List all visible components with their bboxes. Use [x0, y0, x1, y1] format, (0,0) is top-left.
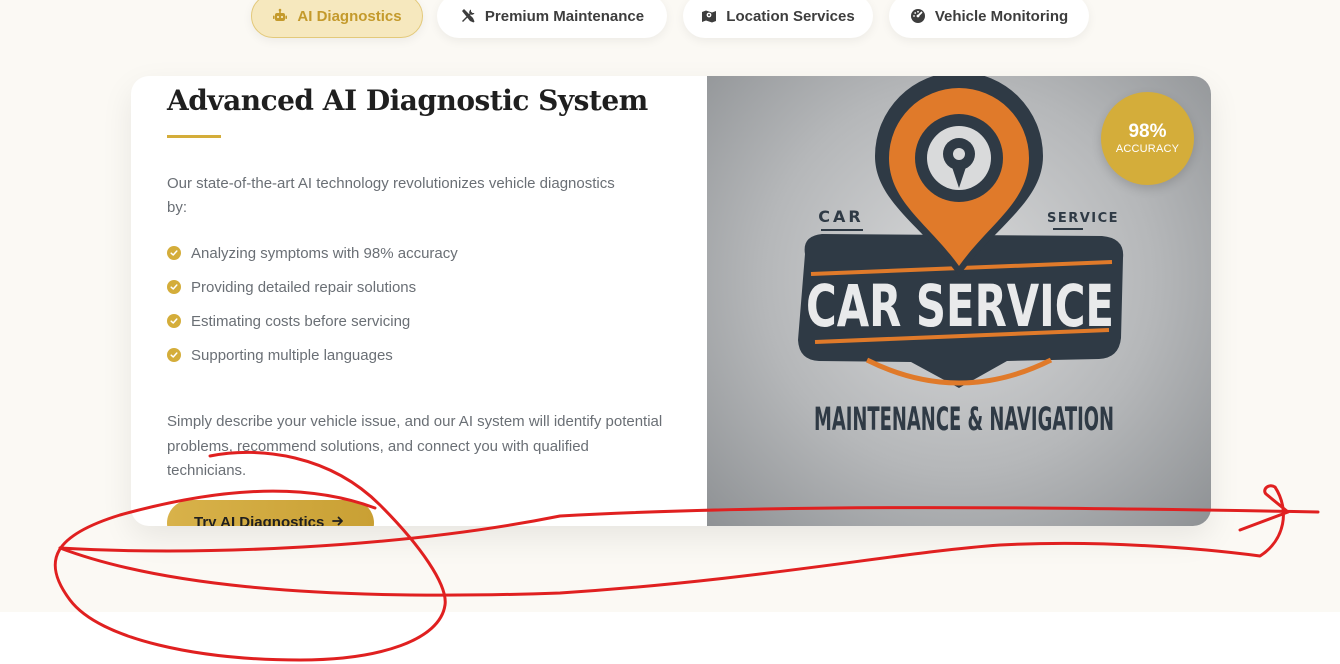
gauge-icon — [910, 8, 926, 24]
feature-text: Providing detailed repair solutions — [191, 278, 417, 296]
feature-list: Analyzing symptoms with 98% accuracy Pro… — [167, 236, 458, 372]
accuracy-badge: 98% ACCURACY — [1101, 92, 1194, 185]
tools-icon — [460, 8, 476, 24]
feature-card: Advanced AI Diagnostic System Our state-… — [131, 76, 1211, 526]
tab-label: Vehicle Monitoring — [934, 7, 1069, 25]
arrow-right-icon — [332, 514, 344, 526]
feature-text: Supporting multiple languages — [191, 346, 393, 364]
check-circle-icon — [167, 314, 181, 328]
tab-label: Location Services — [726, 7, 855, 25]
feature-content: Advanced AI Diagnostic System Our state-… — [167, 76, 667, 526]
check-circle-icon — [167, 280, 181, 294]
feature-description: Simply describe your vehicle issue, and … — [167, 413, 663, 479]
tab-label: Premium Maintenance — [484, 7, 645, 25]
list-item: Providing detailed repair solutions — [167, 270, 458, 304]
cta-label: Try AI Diagnostics — [194, 514, 325, 526]
service-tabs: AI Diagnostics Premium Maintenance Locat… — [0, 0, 1340, 40]
feature-title: Advanced AI Diagnostic System — [167, 84, 648, 117]
logo-main: CAR SERVICE — [806, 272, 1114, 340]
check-circle-icon — [167, 348, 181, 362]
feature-text: Analyzing symptoms with 98% accuracy — [191, 244, 458, 262]
list-item: Estimating costs before servicing — [167, 304, 458, 338]
title-underline — [167, 135, 221, 138]
list-item: Supporting multiple languages — [167, 338, 458, 372]
feature-intro: Our state-of-the-art AI technology revol… — [167, 175, 615, 216]
robot-icon — [272, 8, 288, 24]
logo-sub: MAINTENANCE & NAVIGATION — [814, 400, 1114, 438]
logo-small-left: CAR — [818, 207, 863, 226]
check-circle-icon — [167, 246, 181, 260]
tab-location-services[interactable]: Location Services — [683, 0, 873, 38]
tab-ai-diagnostics[interactable]: AI Diagnostics — [251, 0, 423, 38]
tab-label: AI Diagnostics — [297, 7, 402, 25]
tab-vehicle-monitoring[interactable]: Vehicle Monitoring — [889, 0, 1089, 38]
tab-premium-maintenance[interactable]: Premium Maintenance — [437, 0, 667, 38]
list-item: Analyzing symptoms with 98% accuracy — [167, 236, 458, 270]
try-ai-diagnostics-button[interactable]: Try AI Diagnostics — [167, 500, 374, 526]
logo-small-right: SERVICE — [1047, 211, 1119, 226]
service-image: CAR SERVICE CAR SERVICE MAINTENANCE & NA… — [707, 76, 1211, 526]
badge-value: 98% — [1128, 121, 1167, 142]
badge-label: ACCURACY — [1115, 143, 1180, 155]
map-icon — [701, 8, 717, 24]
feature-text: Estimating costs before servicing — [191, 312, 411, 330]
